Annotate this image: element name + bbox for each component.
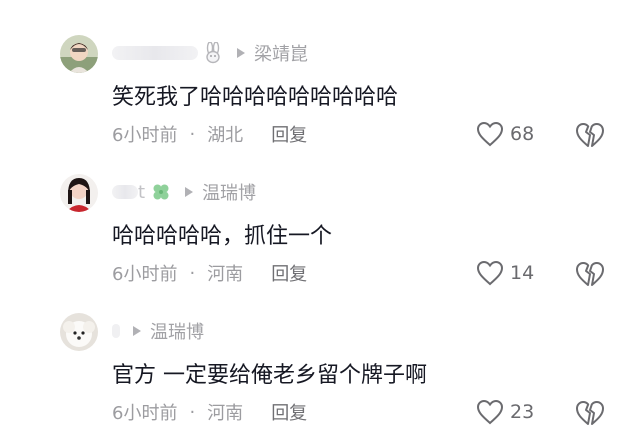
rabbit-icon (202, 42, 224, 64)
avatar[interactable] (60, 174, 98, 212)
comment-item: t 温瑞博 哈哈哈哈哈，抓住一个 6小时前 · 河南 回复 14 (0, 139, 640, 286)
like-count: 23 (510, 401, 535, 423)
play-triangle-icon (236, 47, 246, 59)
reply-to-username[interactable]: 梁靖崑 (254, 40, 308, 66)
avatar[interactable] (60, 313, 98, 351)
username[interactable]: t (138, 182, 146, 203)
like-button[interactable]: 23 (476, 399, 534, 425)
comment-text: 笑死我了哈哈哈哈哈哈哈哈哈 (112, 85, 399, 110)
username-blur (112, 324, 120, 338)
comment-text: 官方 一定要给俺老乡留个牌子啊 (112, 363, 427, 388)
username-blur (112, 185, 138, 199)
comment-header: 温瑞博 (112, 316, 204, 346)
heart-outline-icon (476, 399, 504, 425)
comment-time: 6小时前 (112, 403, 178, 424)
play-triangle-icon (132, 325, 142, 337)
comment-header: t 温瑞博 (112, 177, 256, 207)
reply-button[interactable]: 回复 (271, 399, 307, 425)
avatar[interactable] (60, 35, 98, 73)
comment-text: 哈哈哈哈哈，抓住一个 (112, 224, 333, 249)
reply-to-username[interactable]: 温瑞博 (202, 179, 256, 205)
separator-dot: · (189, 401, 196, 423)
username-blur (112, 46, 198, 60)
comment-item: 梁靖崑 笑死我了哈哈哈哈哈哈哈哈哈 6小时前 · 湖北 回复 68 (0, 0, 640, 147)
comment-location: 河南 (207, 403, 244, 424)
play-triangle-icon (184, 186, 194, 198)
comment-item: 温瑞博 官方 一定要给俺老乡留个牌子啊 6小时前 · 河南 回复 23 (0, 278, 640, 425)
four-leaf-clover-icon (150, 181, 172, 203)
comment-meta: 6小时前 · 河南 回复 (112, 399, 307, 425)
comment-header: 梁靖崑 (112, 38, 308, 68)
reply-to-username[interactable]: 温瑞博 (150, 318, 204, 344)
broken-heart-icon[interactable] (575, 400, 605, 430)
